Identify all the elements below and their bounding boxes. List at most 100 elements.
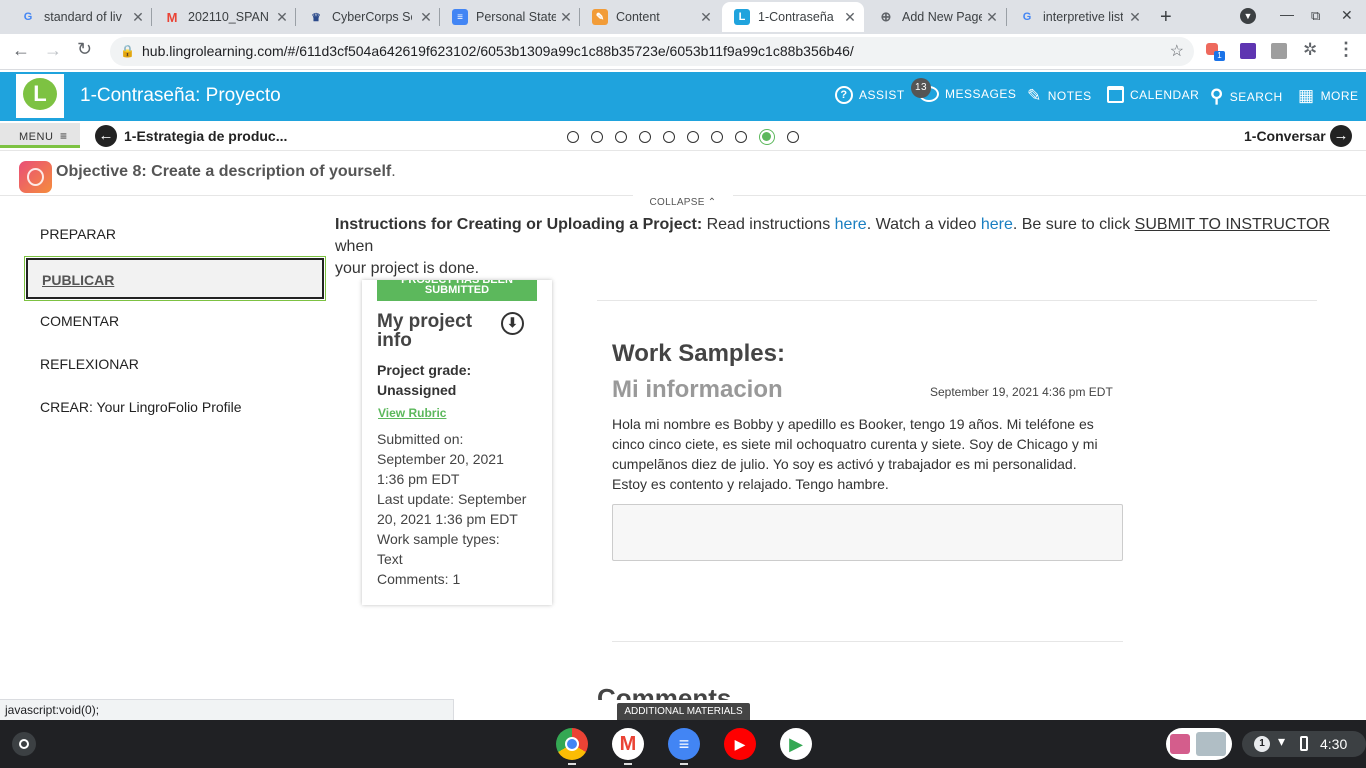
- chrome-icon[interactable]: [556, 728, 588, 760]
- previous-step-arrow-icon[interactable]: ←: [95, 125, 117, 147]
- browser-tab[interactable]: ♛ CyberCorps Sc ✕: [296, 2, 440, 32]
- calendar-link[interactable]: CALENDAR: [1107, 86, 1199, 103]
- reload-icon[interactable]: ↻: [77, 39, 92, 60]
- step-dot[interactable]: [591, 131, 603, 143]
- status-url: javascript:void(0);: [0, 699, 454, 720]
- menu-label: MENU: [19, 131, 54, 143]
- browser-tab-label: standard of liv: [44, 10, 122, 24]
- new-tab-icon[interactable]: +: [1160, 6, 1172, 29]
- sidebar-item-label: PUBLICAR: [42, 272, 115, 288]
- sidebar-item-publicar[interactable]: PUBLICAR: [24, 256, 326, 301]
- launcher-icon[interactable]: [12, 732, 36, 756]
- browser-tab[interactable]: M 202110_SPAN ✕: [152, 2, 296, 32]
- next-step-arrow-icon[interactable]: →: [1330, 125, 1352, 147]
- battery-icon: [1300, 736, 1308, 751]
- step-dot[interactable]: [787, 131, 799, 143]
- search-label: SEARCH: [1229, 89, 1283, 104]
- collapse-toggle[interactable]: COLLAPSE ⌃: [633, 195, 733, 211]
- google-icon: G: [23, 11, 33, 23]
- extensions-puzzle-icon[interactable]: ✲: [1303, 40, 1317, 60]
- gmail-icon[interactable]: M: [612, 728, 644, 760]
- sidebar-item-reflexionar[interactable]: REFLEXIONAR: [40, 356, 139, 372]
- fingerprint-icon: [19, 161, 52, 193]
- step-dot[interactable]: [615, 131, 627, 143]
- tab-search-icon[interactable]: ▼: [1240, 8, 1256, 24]
- minimize-icon[interactable]: —: [1280, 6, 1294, 22]
- youtube-icon[interactable]: ▶: [724, 728, 756, 760]
- browser-tab-label: 202110_SPAN: [188, 10, 268, 24]
- close-icon[interactable]: ✕: [130, 9, 146, 25]
- browser-tab[interactable]: G interpretive list ✕: [1007, 2, 1149, 32]
- download-icon[interactable]: ⬇: [501, 312, 524, 335]
- lock-icon: 🔒: [120, 44, 135, 58]
- close-icon[interactable]: ✕: [558, 9, 574, 25]
- messages-label: MESSAGES: [945, 87, 1017, 101]
- browser-tab-label: Content: [616, 10, 660, 24]
- close-icon[interactable]: ✕: [984, 9, 1000, 25]
- back-icon[interactable]: ←: [12, 40, 30, 61]
- sidebar-item-crear[interactable]: CREAR: Your LingroFolio Profile: [40, 399, 242, 415]
- extension-icon[interactable]: [1271, 43, 1287, 59]
- more-label: MORE: [1320, 89, 1359, 103]
- menu-button[interactable]: MENU ≡: [0, 123, 80, 148]
- browser-tab[interactable]: ≡ Personal State ✕: [440, 2, 580, 32]
- notes-label: NOTES: [1047, 89, 1092, 103]
- search-icon: ⚲: [1210, 86, 1224, 106]
- browser-tab[interactable]: G standard of liv ✕: [8, 2, 152, 32]
- play-store-icon[interactable]: ▶: [780, 728, 812, 760]
- notification-count-badge: 1: [1254, 736, 1270, 752]
- close-icon[interactable]: ✕: [274, 9, 290, 25]
- video-link[interactable]: here: [981, 216, 1013, 233]
- extension-badge: 1: [1214, 51, 1225, 61]
- step-dot[interactable]: [567, 131, 579, 143]
- step-dot[interactable]: [711, 131, 723, 143]
- restore-icon[interactable]: ⧉: [1311, 8, 1320, 24]
- collapse-label: COLLAPSE: [649, 197, 705, 208]
- bookmark-star-icon[interactable]: ☆: [1170, 37, 1184, 66]
- close-icon[interactable]: ✕: [698, 9, 714, 25]
- step-dot[interactable]: [735, 131, 747, 143]
- sidebar-item-comentar[interactable]: COMENTAR: [40, 313, 119, 329]
- more-link[interactable]: ▦ MORE: [1298, 86, 1359, 106]
- system-tray[interactable]: 1 ▾ 4:30: [1242, 731, 1366, 757]
- step-dot[interactable]: [687, 131, 699, 143]
- divider: [612, 641, 1123, 642]
- grid-icon: ▦: [1298, 86, 1315, 105]
- browser-tab[interactable]: ⊕ Add New Page ✕: [866, 2, 1006, 32]
- next-step-link[interactable]: 1-Conversar: [1244, 128, 1326, 144]
- close-icon[interactable]: ✕: [842, 9, 858, 25]
- extension-icon[interactable]: [1240, 43, 1256, 59]
- work-sample-date: September 19, 2021 4:36 pm EDT: [930, 385, 1113, 399]
- instructions-link[interactable]: here: [835, 216, 867, 233]
- submitted-banner: PROJECT HAS BEEN SUBMITTED: [377, 280, 537, 301]
- browser-tab-label: 1-Contraseña: [758, 10, 834, 24]
- holding-space-preview[interactable]: [1166, 728, 1232, 760]
- additional-materials-tab[interactable]: ADDITIONAL MATERIALS: [617, 703, 750, 720]
- browser-tab-label: Add New Page: [902, 10, 982, 24]
- sidebar-item-preparar[interactable]: PREPARAR: [40, 226, 116, 242]
- close-window-icon[interactable]: ✕: [1341, 7, 1353, 24]
- extension-icon[interactable]: 1: [1206, 43, 1225, 61]
- browser-tab-strip: G standard of liv ✕ M 202110_SPAN ✕ ♛ Cy…: [0, 0, 1366, 34]
- address-bar[interactable]: 🔒 hub.lingrolearning.com/#/611d3cf504a64…: [110, 37, 1194, 66]
- search-link[interactable]: ⚲ SEARCH: [1210, 86, 1283, 107]
- docs-icon: ≡: [452, 9, 468, 25]
- browser-tab[interactable]: ✎ Content ✕: [580, 2, 720, 32]
- messages-count-badge: 13: [911, 78, 931, 98]
- browser-menu-icon[interactable]: ⋮: [1337, 39, 1355, 60]
- lingro-logo[interactable]: L: [16, 74, 64, 118]
- assist-link[interactable]: ? ASSIST: [835, 86, 905, 104]
- page-title: 1-Contraseña: Proyecto: [80, 85, 281, 106]
- view-rubric-link[interactable]: View Rubric: [378, 406, 446, 420]
- close-icon[interactable]: ✕: [418, 9, 434, 25]
- step-dot-active[interactable]: [759, 129, 775, 145]
- previous-step-link[interactable]: 1-Estrategia de produc...: [124, 128, 287, 144]
- step-dot[interactable]: [639, 131, 651, 143]
- browser-tab-active[interactable]: L 1-Contraseña ✕: [722, 2, 864, 32]
- notes-link[interactable]: ✎ NOTES: [1027, 86, 1092, 106]
- forward-icon[interactable]: →: [44, 40, 62, 61]
- close-icon[interactable]: ✕: [1127, 9, 1143, 25]
- docs-icon[interactable]: ≡: [668, 728, 700, 760]
- step-dot[interactable]: [663, 131, 675, 143]
- messages-link[interactable]: 13 MESSAGES: [911, 78, 1017, 102]
